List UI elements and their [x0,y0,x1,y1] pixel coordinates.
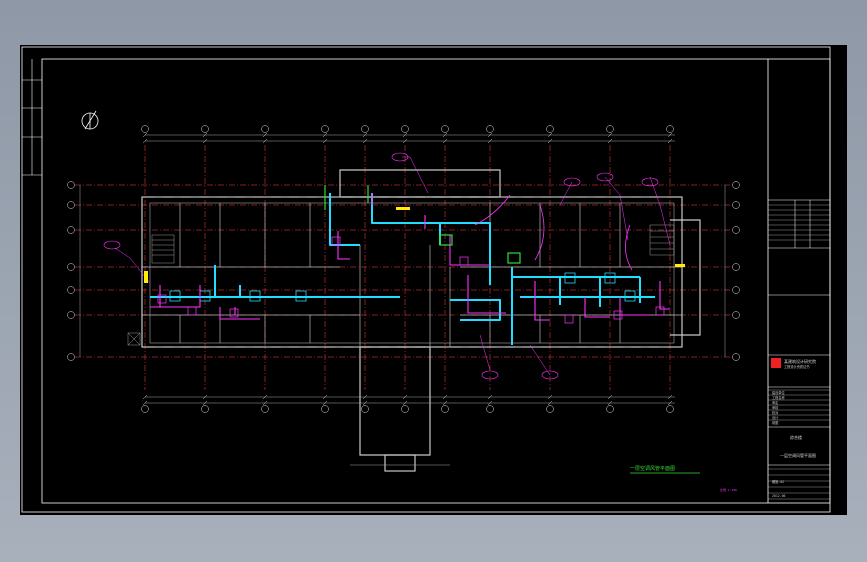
dimension-lines [79,134,726,466]
grid-bubble [732,226,740,234]
drawing-title: 一层空调风管平面图 [630,465,675,472]
grid-bubble [67,181,75,189]
axis-bubbles [67,125,740,413]
drawing-frame [21,46,831,513]
return-air-ducts [150,193,670,321]
grid-bubble [486,405,494,413]
grid-bubble [321,125,329,133]
grid-bubble [546,405,554,413]
title-block-row-label: 审定 [772,400,779,405]
grid-bubble [666,405,674,413]
sheet-number: 暖施-02 [772,479,784,484]
grid-bubble [361,125,369,133]
grid-bubble [606,405,614,413]
grid-bubble [201,405,209,413]
grid-bubble [141,125,149,133]
grid-bubble [606,125,614,133]
title-block-rows: 建设单位工程名称审定审核校对设计制图 [772,390,786,425]
grid-bubble [732,286,740,294]
grid-bubble [732,263,740,271]
grid-bubble [361,405,369,413]
title-block-row-label: 审核 [772,405,779,410]
duct-tag-bubbles [103,152,659,380]
grid-bubble [401,125,409,133]
grid-bubble [201,125,209,133]
grid-bubble [67,226,75,234]
interior-walls [142,203,682,347]
grid-bubble [732,201,740,209]
grid-bubble [261,125,269,133]
grid-bubble [732,181,740,189]
grid-bubble [261,405,269,413]
grid-bubble [441,405,449,413]
grid-bubble [732,353,740,361]
grid-bubble [546,125,554,133]
binding-strip [22,59,42,176]
equipment-yellow [144,207,685,283]
grid-bubble [401,405,409,413]
issue-date: 2012.06 [772,494,786,498]
wall-hatch [155,196,667,348]
grid-bubble [441,125,449,133]
company-logo-stamp [771,358,781,368]
grid-bubble [67,263,75,271]
grid-bubble [67,311,75,319]
axis-grid [75,145,732,390]
dimension-ticks [142,132,673,406]
title-block-row-label: 校对 [772,410,779,415]
title-block-row-label: 建设单位 [772,390,786,395]
return-air-grilles [157,236,665,324]
supply-air-ducts [150,193,655,345]
title-block: 某建筑设计研究院 工程设计资质证书 建设单位工程名称审定审核校对设计制图 综合楼… [768,199,830,500]
cad-drawing-canvas: 一层空调风管平面图 比例 1:100 某建筑设计研究院 工程设计资质证书 建设单… [21,46,831,513]
company-name-line-1: 某建筑设计研究院 [784,358,816,364]
drawing-name: 一层空调风管平面图 [780,452,816,458]
drawing-caption: 一层空调风管平面图 比例 1:100 [630,465,737,492]
grid-bubble [486,125,494,133]
grid-bubble [67,353,75,361]
grid-bubble [67,286,75,294]
grid-bubble [141,405,149,413]
title-block-row-label: 设计 [772,415,779,420]
duct-leader-lines [114,156,671,376]
grid-bubble [321,405,329,413]
drawing-sheet: 一层空调风管平面图 比例 1:100 某建筑设计研究院 工程设计资质证书 建设单… [20,45,847,515]
title-block-row-label: 制图 [772,420,778,425]
grid-bubble [666,125,674,133]
duct-curves [474,194,633,271]
stairs [127,224,675,346]
grid-bubble [732,311,740,319]
title-block-row-label: 工程名称 [772,395,786,400]
scale-note: 比例 1:100 [720,487,737,492]
building-walls [141,169,701,472]
grid-bubble [67,201,75,209]
project-label: 综合楼 [790,434,802,440]
company-name-line-2: 工程设计资质证书 [784,364,810,369]
north-arrow-icon [81,110,99,130]
